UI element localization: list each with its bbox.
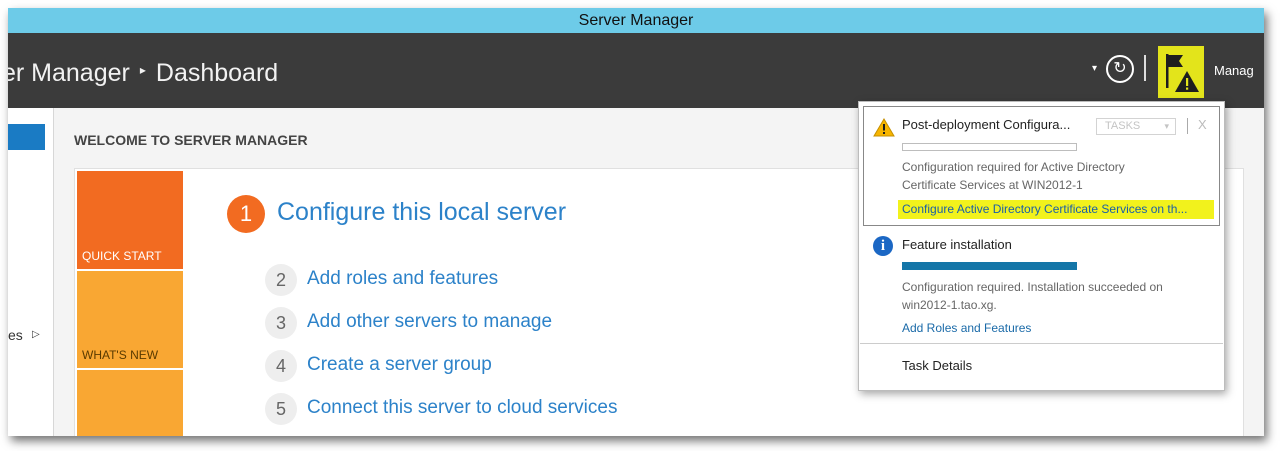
header-tools: ▾ ↻ Manag [1084, 33, 1264, 108]
tasks-label: TASKS [1105, 120, 1141, 132]
manage-menu[interactable]: Manag [1214, 63, 1254, 78]
refresh-icon: ↻ [1113, 60, 1127, 77]
flag-warning-icon [1166, 54, 1199, 92]
add-roles-link[interactable]: Add roles and features [307, 268, 498, 290]
step-number-badge: 2 [265, 264, 297, 296]
sidebar: es ▷ [8, 108, 54, 436]
notification-description: Certificate Services at WIN2012-1 [902, 178, 1083, 192]
tile-whats-new-label: WHAT'S NEW [82, 348, 159, 362]
chevron-down-icon: ▾ [1164, 121, 1169, 131]
add-roles-features-link[interactable]: Add Roles and Features [902, 321, 1031, 335]
tile-quick-start[interactable]: QUICK START [77, 171, 183, 269]
notification-divider [860, 343, 1223, 344]
notification-description: Configuration required. Installation suc… [902, 280, 1163, 294]
step-number-badge: 5 [265, 393, 297, 425]
refresh-button[interactable]: ↻ [1106, 55, 1134, 83]
notification-description: Configuration required for Active Direct… [902, 160, 1125, 174]
sidebar-item-file-services[interactable]: es [8, 327, 23, 343]
task-details-link[interactable]: Task Details [902, 358, 972, 373]
add-servers-link[interactable]: Add other servers to manage [307, 311, 552, 333]
tile-learn-more[interactable] [77, 370, 183, 436]
notification-divider [1187, 118, 1188, 134]
notifications-dropdown: Post-deployment Configura... TASKS ▾ X C… [858, 101, 1225, 391]
dismiss-notification-button[interactable]: X [1198, 117, 1207, 132]
history-dropdown-icon[interactable]: ▾ [1092, 63, 1097, 74]
breadcrumb-page: Dashboard [155, 59, 279, 87]
notification-title: Post-deployment Configura... [902, 117, 1071, 132]
notification-description: win2012-1.tao.xg. [902, 298, 997, 312]
breadcrumb-separator-icon: ▸ [139, 63, 146, 78]
tile-quick-start-label: QUICK START [82, 249, 162, 263]
header-divider [1144, 55, 1146, 81]
step-number-badge: 3 [265, 307, 297, 339]
connect-cloud-link[interactable]: Connect this server to cloud services [307, 397, 617, 419]
breadcrumb-app[interactable]: er Manager [8, 59, 130, 87]
step-1-number-badge: 1 [227, 195, 265, 233]
tile-whats-new[interactable]: WHAT'S NEW [77, 271, 183, 368]
info-icon: i [873, 236, 893, 256]
configure-local-server-link[interactable]: Configure this local server [277, 198, 566, 227]
notification-progress-bar [902, 262, 1077, 270]
window-title: Server Manager [578, 12, 694, 29]
expand-caret-icon[interactable]: ▷ [32, 329, 40, 340]
server-manager-window: Server Manager er Manager ▸ Dashboard ▾ ↻ … [8, 8, 1264, 436]
app-header: er Manager ▸ Dashboard ▾ ↻ Manag [8, 33, 1264, 108]
notification-progress-bar [902, 143, 1077, 151]
tasks-dropdown-button: TASKS ▾ [1096, 118, 1176, 135]
configure-adcs-link[interactable]: Configure Active Directory Certificate S… [898, 200, 1214, 219]
create-server-group-link[interactable]: Create a server group [307, 354, 492, 376]
welcome-heading: WELCOME TO SERVER MANAGER [74, 132, 308, 148]
step-number-badge: 4 [265, 350, 297, 382]
notification-title: Feature installation [902, 237, 1012, 252]
sidebar-item-dashboard-selected[interactable] [8, 124, 45, 150]
breadcrumb: er Manager ▸ Dashboard [8, 59, 278, 88]
window-titlebar: Server Manager [8, 8, 1264, 33]
warning-icon [873, 118, 895, 137]
notifications-flag-button[interactable] [1158, 46, 1204, 98]
